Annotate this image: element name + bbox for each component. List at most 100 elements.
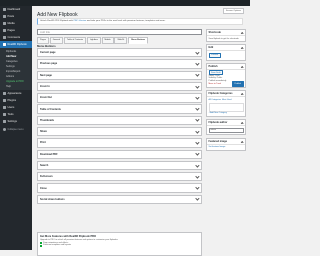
tab-most-used[interactable]: Most Used xyxy=(222,99,232,101)
row-label: Close xyxy=(40,186,47,190)
publish-button[interactable]: Publish xyxy=(231,81,244,87)
tab-mobile[interactable]: Mobile xyxy=(101,37,114,44)
chevron-down-icon xyxy=(195,50,200,55)
pro-promo-box: Get More Features with Real3D Flipbook P… xyxy=(37,232,202,256)
main-content: Screen Options Add New Flipbook Unlock R… xyxy=(32,6,250,256)
chevron-down-icon xyxy=(195,84,200,89)
accordion-row[interactable]: Print xyxy=(37,138,202,148)
row-label: Print xyxy=(40,141,46,145)
chevron-down-icon xyxy=(195,163,200,167)
accordion-row[interactable]: Download PDF xyxy=(37,149,202,159)
collapse-menu-button[interactable]: Collapse menu xyxy=(0,126,32,132)
chevron-down-icon xyxy=(195,185,200,190)
accordion-row[interactable]: Current page xyxy=(37,48,202,58)
sidebar-item-settings[interactable]: Settings xyxy=(0,118,32,125)
chevron-up-icon xyxy=(240,46,244,51)
author-title: Flipbook author xyxy=(208,121,228,125)
row-label: Share xyxy=(40,130,47,134)
row-label: Zoom In xyxy=(40,85,50,89)
accordion-row[interactable]: Share xyxy=(37,126,202,137)
pin-icon xyxy=(3,15,6,18)
tab-lightbox[interactable]: Lightbox xyxy=(86,37,101,44)
chevron-down-icon xyxy=(195,117,200,122)
chevron-down-icon xyxy=(195,151,200,156)
sidebar-item-pages[interactable]: Pages xyxy=(0,27,32,34)
set-featured-image-link[interactable]: Set featured image xyxy=(209,146,226,148)
row-label: Download PDF xyxy=(40,152,58,156)
sidebar-item-real3d-flipbook[interactable]: Real3D Flipbook xyxy=(0,41,32,48)
accordion-row[interactable]: Zoom In xyxy=(37,81,202,92)
tab-all-categories[interactable]: All Categories xyxy=(209,99,221,101)
row-label: Search xyxy=(40,164,49,167)
notice-pro-link[interactable]: PRO Version xyxy=(74,20,87,22)
accordion-row[interactable]: Zoom Out xyxy=(37,93,202,103)
users-icon xyxy=(3,106,6,109)
promo-title: Get More Features with Real3D Flipbook P… xyxy=(40,234,97,238)
publish-title: Publish xyxy=(208,64,218,68)
settings-icon xyxy=(3,120,6,123)
promo-item: Premium templates and layouts xyxy=(40,244,199,247)
chevron-up-icon xyxy=(240,140,244,144)
row-label: Current page xyxy=(40,51,56,55)
sidebar-item-users[interactable]: Users xyxy=(0,104,32,111)
title-input[interactable]: Add title xyxy=(37,29,202,35)
brush-icon xyxy=(3,92,6,95)
screen-options-button[interactable]: Screen Options xyxy=(222,8,244,14)
chevron-down-icon xyxy=(195,196,200,201)
chevron-down-icon xyxy=(195,95,200,100)
tab-webgl[interactable]: WebGL xyxy=(114,37,128,44)
category-checklist xyxy=(208,102,244,112)
accordion-row[interactable]: Fullscreen xyxy=(37,172,202,182)
tab-table-of-contents[interactable]: Table of Contents xyxy=(63,37,87,44)
plugin-icon xyxy=(3,99,6,102)
accordion-row[interactable]: Search xyxy=(37,160,202,171)
tab-pages[interactable]: Pages xyxy=(37,37,49,44)
sidebar-item-comments[interactable]: Comments xyxy=(0,34,32,41)
add-category-link[interactable]: + Add New Category xyxy=(209,112,227,114)
tab-general[interactable]: General xyxy=(49,37,64,44)
preview-button[interactable]: Preview xyxy=(208,52,221,59)
chevron-down-icon xyxy=(195,129,200,134)
book-icon xyxy=(3,43,6,46)
row-label: Zoom Out xyxy=(40,96,52,100)
author-select[interactable]: admin xyxy=(208,127,244,133)
shortcode-title: Shortcode xyxy=(208,31,221,34)
accordion-row[interactable]: Close xyxy=(37,183,202,193)
admin-sidebar: Dashboard Posts Media Pages Comments Rea… xyxy=(0,6,32,250)
sidebar-item-tools[interactable]: Tools xyxy=(0,111,32,118)
sidebar-item-plugins[interactable]: Plugins xyxy=(0,97,32,104)
accordion-row[interactable]: Thumbnails xyxy=(37,115,202,126)
row-label: Next page xyxy=(40,73,52,77)
promo-text: Upgrade to PRO to unlock all premium fea… xyxy=(40,238,119,241)
page-icon xyxy=(3,29,6,32)
menu-buttons-list: Current page Previous page Next page Zoo… xyxy=(37,48,202,206)
dashboard-icon xyxy=(3,8,6,11)
right-sidebar: Shortcode Save flipbook to get the short… xyxy=(206,29,246,153)
submenu-help[interactable]: Help xyxy=(0,84,32,89)
sidebar-item-dashboard[interactable]: Dashboard xyxy=(0,6,32,13)
chevron-up-icon xyxy=(240,121,244,126)
shortcode-text: Save flipbook to get the shortcode xyxy=(208,37,239,40)
publish-box: Publish Save Draft Status: Draft Visibil… xyxy=(206,62,246,88)
accordion-row[interactable]: Table of Contents xyxy=(37,104,202,114)
move-to-trash-link[interactable]: Move to Trash xyxy=(209,83,222,85)
categories-title: Flipbook Categories xyxy=(208,92,233,96)
sidebar-submenu: Flipbooks Add New Categories Settings Im… xyxy=(0,48,32,90)
accordion-row[interactable]: Next page xyxy=(37,70,202,80)
chevron-down-icon xyxy=(195,61,200,66)
accordion-row[interactable]: Social share buttons xyxy=(37,194,202,205)
sidebar-item-posts[interactable]: Posts xyxy=(0,13,32,20)
chevron-up-icon xyxy=(240,31,244,35)
tab-menu-buttons[interactable]: Menu Buttons xyxy=(128,37,149,44)
shortcode-box: Shortcode Save flipbook to get the short… xyxy=(206,29,246,42)
author-box: Flipbook author admin xyxy=(206,119,246,136)
sidebar-item-appearance[interactable]: Appearance xyxy=(0,90,32,97)
sidebar-item-media[interactable]: Media xyxy=(0,20,32,27)
accordion-row[interactable]: Previous page xyxy=(37,59,202,69)
comment-icon xyxy=(3,36,6,39)
chevron-down-icon xyxy=(195,72,200,77)
check-icon xyxy=(40,244,42,247)
edit-title: Edit xyxy=(208,46,214,50)
chevron-down-icon xyxy=(195,106,200,111)
chevron-up-icon xyxy=(240,65,244,69)
